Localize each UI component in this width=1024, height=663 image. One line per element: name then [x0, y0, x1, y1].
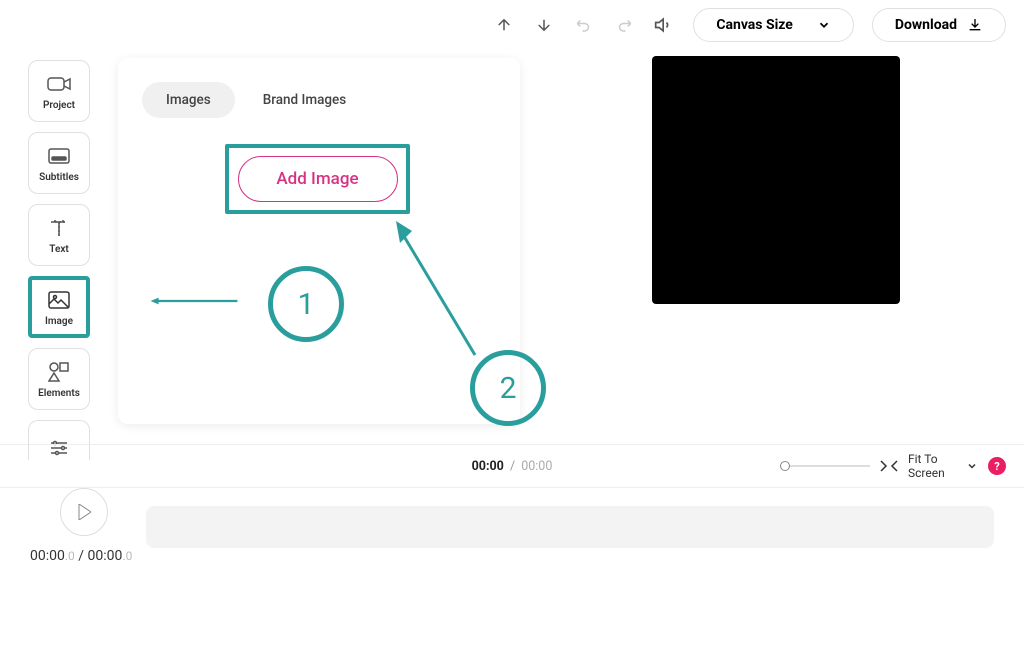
annotation-arrow-1 [118, 297, 270, 305]
sidebar: Project Subtitles Text Image Elements [28, 60, 90, 460]
timeline-current-frac: .0 [65, 549, 75, 563]
sidebar-item-project[interactable]: Project [28, 60, 90, 122]
add-image-highlight: Add Image [225, 144, 410, 214]
video-icon [47, 72, 71, 96]
canvas-preview[interactable] [652, 56, 900, 304]
sidebar-item-subtitles[interactable]: Subtitles [28, 132, 90, 194]
total-time: 00:00 [521, 459, 552, 474]
undo-icon[interactable] [573, 14, 595, 36]
chevron-down-icon[interactable] [966, 460, 978, 472]
time-separator: / [510, 459, 515, 474]
playback-time: 00:00 / 00:00 [472, 459, 553, 474]
zoom-thumb[interactable] [780, 461, 790, 471]
annotation-circle-2: 2 [470, 350, 546, 426]
sidebar-item-label: Text [49, 244, 69, 255]
redo-icon[interactable] [613, 14, 635, 36]
sidebar-item-label: Project [43, 100, 75, 111]
canvas-size-button[interactable]: Canvas Size [693, 8, 854, 42]
top-toolbar: Canvas Size Download [493, 8, 1006, 42]
sidebar-item-elements[interactable]: Elements [28, 348, 90, 410]
image-icon [47, 288, 71, 312]
subtitles-icon [47, 144, 71, 168]
layer-down-icon[interactable] [533, 14, 555, 36]
help-badge[interactable]: ? [988, 457, 1006, 475]
download-button[interactable]: Download [872, 8, 1006, 42]
tab-brand-images[interactable]: Brand Images [239, 82, 371, 118]
canvas-size-label: Canvas Size [716, 17, 793, 33]
panel-tabs: Images Brand Images [142, 82, 496, 118]
sidebar-item-label: Image [45, 316, 73, 327]
volume-icon[interactable] [653, 14, 675, 36]
timeline-total: 00:00 [88, 548, 123, 564]
add-image-button[interactable]: Add Image [238, 156, 398, 202]
chevron-down-icon [817, 18, 831, 32]
sidebar-item-label: Elements [38, 388, 80, 399]
annotation-arrow-2 [380, 215, 490, 365]
sidebar-item-label: Subtitles [39, 172, 79, 183]
timeline-total-frac: .0 [122, 549, 132, 563]
fit-collapse-icon[interactable] [880, 460, 898, 472]
bottom-right-controls: Fit To Screen ? [780, 452, 1006, 481]
fit-to-screen-label[interactable]: Fit To Screen [908, 452, 956, 481]
annotation-circle-1: 1 [268, 266, 344, 342]
timeline-track[interactable] [146, 506, 994, 548]
timeline-sep: / [75, 548, 88, 564]
download-icon [967, 17, 983, 33]
layer-up-icon[interactable] [493, 14, 515, 36]
play-icon [77, 504, 91, 520]
tab-images[interactable]: Images [142, 82, 235, 118]
sidebar-item-text[interactable]: Text [28, 204, 90, 266]
text-icon [47, 216, 71, 240]
elements-icon [47, 360, 71, 384]
bottom-bar: 00:00 / 00:00 Fit To Screen ? [0, 444, 1024, 488]
sidebar-item-image[interactable]: Image [28, 276, 90, 338]
play-button[interactable] [60, 488, 108, 536]
zoom-slider[interactable] [780, 465, 870, 467]
timeline-current: 00:00 [30, 548, 65, 564]
download-label: Download [895, 17, 957, 33]
current-time: 00:00 [472, 459, 504, 474]
timeline-time: 00:00.0 / 00:00.0 [30, 548, 132, 564]
